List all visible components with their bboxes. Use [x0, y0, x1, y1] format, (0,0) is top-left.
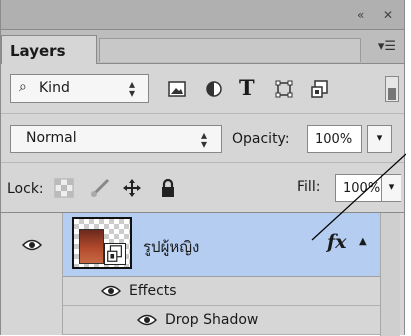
effects-row[interactable]: Effects: [63, 277, 380, 306]
blend-row: Normal ▴ ▾ Opacity: 100% ▾: [1, 113, 404, 162]
smart-object-filter-icon[interactable]: [310, 79, 330, 99]
opacity-label: Opacity:: [232, 131, 290, 147]
layer-thumbnail: [72, 217, 132, 269]
panel-menu-icon[interactable]: ▾☰: [378, 39, 396, 54]
shape-filter-icon[interactable]: [274, 79, 294, 99]
layers-scrollbar[interactable]: [380, 213, 400, 336]
tab-layers[interactable]: Layers: [1, 35, 97, 64]
layer-row-selected[interactable]: รูปผู้หญิง fx ▲: [63, 213, 400, 277]
fill-label: Fill:: [297, 179, 321, 195]
effects-label: Effects: [129, 283, 177, 299]
fill-dropdown-button[interactable]: ▾: [381, 174, 401, 202]
spinner-down-icon: ▾: [201, 137, 208, 151]
type-filter-icon[interactable]: T: [239, 75, 259, 100]
smart-object-badge-icon: [104, 243, 126, 265]
collapse-effects-icon[interactable]: ▲: [359, 236, 367, 247]
lock-row: Lock: Fill: 100% ▾: [1, 162, 404, 212]
eye-icon[interactable]: [22, 239, 42, 251]
lock-position-icon[interactable]: [121, 177, 143, 199]
panel-title-bar: « ✕: [1, 0, 404, 30]
layer-name[interactable]: รูปผู้หญิง: [143, 235, 199, 259]
layers-list: รูปผู้หญิง fx ▲ Effects Drop Shadow: [1, 212, 404, 336]
collapse-icon[interactable]: «: [357, 8, 364, 22]
lock-label: Lock:: [7, 181, 44, 197]
close-icon[interactable]: ✕: [383, 8, 393, 22]
blend-mode-select[interactable]: Normal ▴ ▾: [10, 125, 222, 153]
lock-image-pixels-icon[interactable]: [89, 177, 111, 199]
lock-all-icon[interactable]: [157, 177, 179, 199]
image-filter-icon[interactable]: [167, 79, 187, 99]
effects-eye-icon[interactable]: [101, 285, 121, 297]
drop-shadow-eye-icon[interactable]: [137, 314, 157, 326]
tab-bar-empty: [99, 38, 361, 62]
layers-panel: « ✕ Layers ▾☰ ⌕ Kind ▴ ▾ T Normal ▴ ▾ Op…: [0, 0, 406, 336]
panel-tab-bar: Layers ▾☰: [1, 30, 404, 64]
filter-toggle-switch[interactable]: [385, 76, 399, 102]
drop-shadow-row[interactable]: Drop Shadow: [63, 306, 380, 335]
spinner-icon: ▴ ▾: [129, 78, 136, 100]
blend-spinner-icon: ▴ ▾: [201, 129, 208, 151]
filter-kind-select[interactable]: ⌕ Kind ▴ ▾: [10, 74, 149, 103]
lock-transparent-pixels-icon[interactable]: [53, 177, 75, 199]
layer-photo-image: [79, 229, 104, 264]
opacity-input[interactable]: 100%: [307, 125, 362, 153]
spinner-down-icon: ▾: [129, 86, 136, 100]
blend-mode-value: Normal: [26, 130, 77, 146]
adjustment-filter-icon[interactable]: [204, 79, 224, 99]
search-icon: ⌕: [19, 79, 27, 95]
drop-shadow-label: Drop Shadow: [165, 312, 259, 328]
visibility-column: [1, 213, 63, 335]
filter-toggle-thumb: [388, 88, 396, 100]
fx-icon[interactable]: fx: [327, 231, 347, 253]
filter-kind-label: Kind: [39, 80, 70, 96]
opacity-dropdown-button[interactable]: ▾: [367, 125, 392, 153]
filter-row: ⌕ Kind ▴ ▾ T: [1, 64, 404, 113]
